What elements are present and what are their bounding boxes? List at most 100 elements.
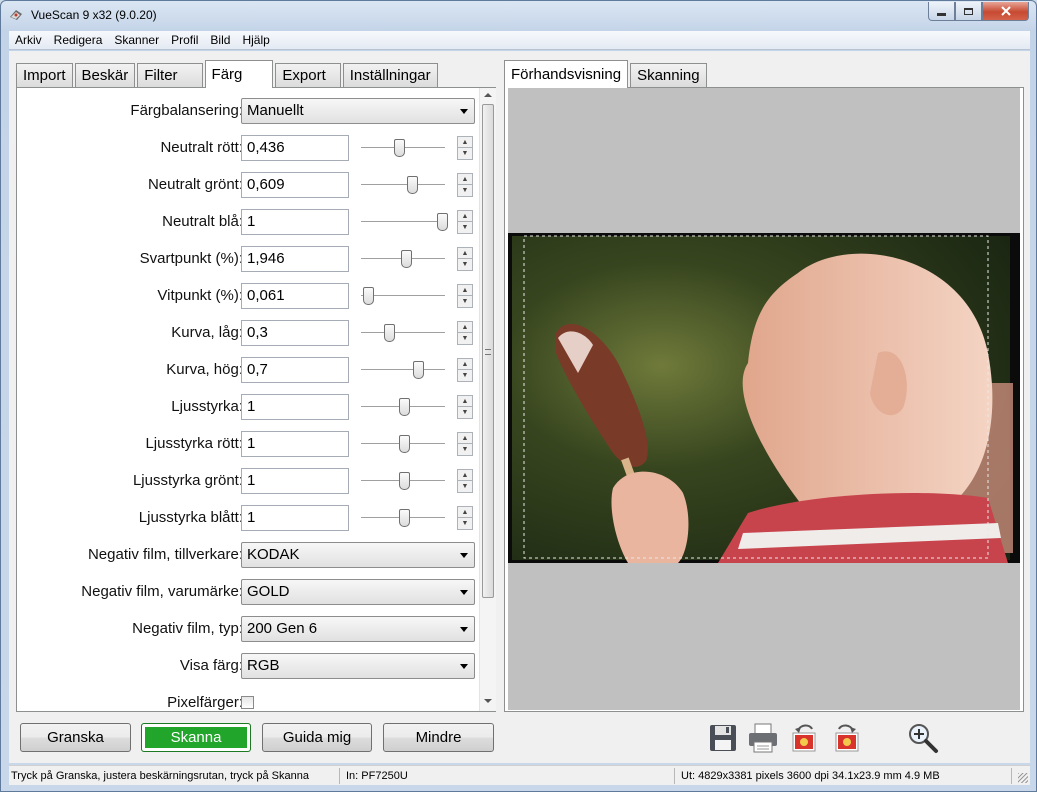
spin-buttons[interactable]: ▲ ▼: [457, 432, 473, 456]
spin-down-icon[interactable]: ▼: [458, 333, 472, 344]
settings-scrollbar[interactable]: [479, 88, 496, 711]
spin-down-icon[interactable]: ▼: [458, 185, 472, 196]
spin-down-icon[interactable]: ▼: [458, 222, 472, 233]
film-brand-select[interactable]: GOLD: [241, 579, 475, 605]
spin-buttons[interactable]: ▲ ▼: [457, 321, 473, 345]
value-slider[interactable]: [361, 209, 448, 235]
spin-buttons[interactable]: ▲ ▼: [457, 247, 473, 271]
show-color-select[interactable]: RGB: [241, 653, 475, 679]
guide-me-button[interactable]: Guida mig: [262, 723, 372, 752]
spin-down-icon[interactable]: ▼: [458, 296, 472, 307]
slider-thumb[interactable]: [398, 398, 410, 416]
spin-buttons[interactable]: ▲ ▼: [457, 506, 473, 530]
spin-buttons[interactable]: ▲ ▼: [457, 284, 473, 308]
tab-forhandsvisning[interactable]: Förhandsvisning: [504, 60, 629, 88]
slider-thumb[interactable]: [398, 472, 410, 490]
maximize-button[interactable]: [955, 2, 982, 21]
preview-photo[interactable]: [508, 233, 1020, 563]
film-make-select[interactable]: KODAK: [241, 542, 475, 568]
spin-up-icon[interactable]: ▲: [458, 174, 472, 185]
value-input[interactable]: 0,609: [241, 172, 349, 198]
slider-thumb[interactable]: [413, 361, 425, 379]
slider-thumb[interactable]: [398, 435, 410, 453]
spin-down-icon[interactable]: ▼: [458, 518, 472, 529]
value-slider[interactable]: [361, 505, 445, 531]
save-icon[interactable]: [706, 721, 740, 755]
spin-up-icon[interactable]: ▲: [458, 396, 472, 407]
tab-export[interactable]: Export: [275, 63, 341, 87]
value-input[interactable]: 0,7: [241, 357, 349, 383]
spin-down-icon[interactable]: ▼: [458, 407, 472, 418]
value-slider[interactable]: [361, 135, 445, 161]
spin-buttons[interactable]: ▲ ▼: [457, 469, 473, 493]
value-slider[interactable]: [361, 320, 445, 346]
spin-up-icon[interactable]: ▲: [458, 359, 472, 370]
rotate-left-icon[interactable]: [788, 721, 822, 755]
spin-up-icon[interactable]: ▲: [458, 211, 472, 222]
value-input[interactable]: 1,946: [241, 246, 349, 272]
spin-up-icon[interactable]: ▲: [458, 285, 472, 296]
spin-down-icon[interactable]: ▼: [458, 148, 472, 159]
value-input[interactable]: 0,436: [241, 135, 349, 161]
value-input[interactable]: 0,061: [241, 283, 349, 309]
film-type-select[interactable]: 200 Gen 6: [241, 616, 475, 642]
menu-hjalp[interactable]: Hjälp: [236, 33, 275, 47]
tab-import[interactable]: Import: [16, 63, 73, 87]
pixel-colors-checkbox[interactable]: [241, 696, 254, 709]
slider-thumb[interactable]: [383, 324, 395, 342]
minimize-button[interactable]: [928, 2, 955, 21]
menu-redigera[interactable]: Redigera: [48, 33, 109, 47]
menu-profil[interactable]: Profil: [165, 33, 204, 47]
preview-button[interactable]: Granska: [20, 723, 131, 752]
zoom-in-icon[interactable]: [906, 721, 940, 755]
tab-skanning[interactable]: Skanning: [630, 63, 707, 87]
scrollbar-thumb[interactable]: [482, 104, 494, 598]
value-slider[interactable]: [361, 431, 445, 457]
slider-thumb[interactable]: [436, 213, 448, 231]
resize-grip-icon[interactable]: [1018, 773, 1028, 783]
slider-thumb[interactable]: [398, 509, 410, 527]
spin-up-icon[interactable]: ▲: [458, 137, 472, 148]
scan-button[interactable]: Skanna: [141, 723, 251, 752]
spin-buttons[interactable]: ▲ ▼: [457, 395, 473, 419]
value-slider[interactable]: [361, 172, 445, 198]
spin-up-icon[interactable]: ▲: [458, 507, 472, 518]
spin-down-icon[interactable]: ▼: [458, 481, 472, 492]
value-input[interactable]: 1: [241, 209, 349, 235]
value-input[interactable]: 1: [241, 468, 349, 494]
spin-up-icon[interactable]: ▲: [458, 433, 472, 444]
color-balance-select[interactable]: Manuellt: [241, 98, 475, 124]
value-slider[interactable]: [361, 394, 445, 420]
scroll-down-icon[interactable]: [484, 699, 492, 703]
spin-buttons[interactable]: ▲ ▼: [457, 210, 473, 234]
spin-buttons[interactable]: ▲ ▼: [457, 173, 473, 197]
spin-up-icon[interactable]: ▲: [458, 322, 472, 333]
value-input[interactable]: 1: [241, 394, 349, 420]
spin-up-icon[interactable]: ▲: [458, 470, 472, 481]
value-slider[interactable]: [361, 468, 445, 494]
slider-thumb[interactable]: [407, 176, 419, 194]
slider-thumb[interactable]: [362, 287, 374, 305]
menu-arkiv[interactable]: Arkiv: [9, 33, 48, 47]
slider-thumb[interactable]: [393, 139, 405, 157]
spin-up-icon[interactable]: ▲: [458, 248, 472, 259]
print-icon[interactable]: [746, 721, 780, 755]
spin-down-icon[interactable]: ▼: [458, 444, 472, 455]
tab-beskar[interactable]: Beskär: [74, 63, 136, 87]
value-input[interactable]: 1: [241, 505, 349, 531]
tab-filter[interactable]: Filter: [137, 63, 203, 87]
less-button[interactable]: Mindre: [383, 723, 494, 752]
value-input[interactable]: 0,3: [241, 320, 349, 346]
rotate-right-icon[interactable]: [829, 721, 863, 755]
slider-thumb[interactable]: [401, 250, 413, 268]
spin-down-icon[interactable]: ▼: [458, 259, 472, 270]
tab-farg[interactable]: Färg: [204, 60, 274, 88]
menu-skanner[interactable]: Skanner: [108, 33, 165, 47]
value-input[interactable]: 1: [241, 431, 349, 457]
spin-buttons[interactable]: ▲ ▼: [457, 136, 473, 160]
value-slider[interactable]: [361, 246, 445, 272]
close-button[interactable]: [982, 2, 1029, 21]
spin-buttons[interactable]: ▲ ▼: [457, 358, 473, 382]
spin-down-icon[interactable]: ▼: [458, 370, 472, 381]
menu-bild[interactable]: Bild: [204, 33, 236, 47]
